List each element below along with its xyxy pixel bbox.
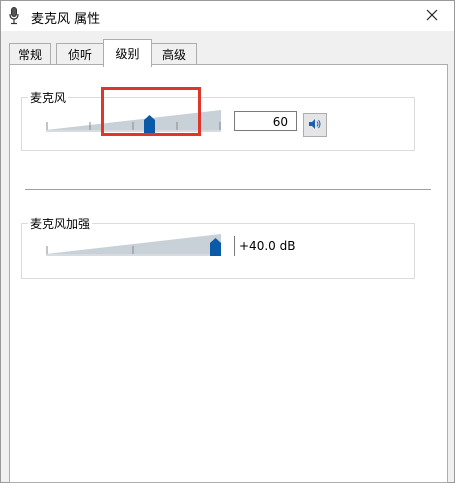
microphone-icon — [9, 7, 19, 25]
tab-label: 高级 — [161, 48, 186, 62]
tab-general[interactable]: 常规 — [9, 43, 51, 65]
speaker-icon — [308, 118, 322, 133]
window-title: 麦克风 属性 — [31, 12, 101, 27]
tab-label: 侦听 — [67, 48, 92, 62]
tab-listen[interactable]: 侦听 — [56, 43, 104, 65]
slider-track — [46, 234, 221, 256]
mute-button[interactable] — [303, 113, 327, 137]
close-icon — [426, 9, 438, 24]
levels-panel: 麦克风 60 麦克风加强 +40.0 dB — [9, 64, 448, 483]
title-bar: 麦克风 属性 — [1, 1, 454, 31]
divider — [25, 189, 431, 190]
microphone-value-field[interactable]: 60 — [234, 111, 297, 131]
highlight-box — [101, 87, 201, 136]
close-button[interactable] — [410, 1, 454, 31]
tab-advanced[interactable]: 高级 — [151, 43, 197, 65]
microphone-boost-group: 麦克风加强 +40.0 dB — [21, 215, 415, 279]
boost-value-field[interactable]: +40.0 dB — [234, 236, 298, 256]
tab-levels[interactable]: 级别 — [103, 39, 152, 67]
microphone-value: 60 — [272, 115, 288, 129]
properties-window: 麦克风 属性 常规 侦听 级别 高级 麦克风 60 麦克风加强 +40.0 dB — [0, 0, 455, 483]
boost-slider-thumb[interactable] — [210, 238, 221, 256]
microphone-group: 麦克风 60 — [21, 87, 415, 151]
boost-value: +40.0 dB — [239, 239, 296, 253]
tab-label: 级别 — [115, 47, 140, 61]
tab-strip: 常规 侦听 级别 高级 — [9, 39, 449, 67]
microphone-boost-label: 麦克风加强 — [28, 215, 93, 232]
microphone-boost-slider[interactable] — [46, 232, 221, 260]
tab-label: 常规 — [17, 48, 42, 62]
